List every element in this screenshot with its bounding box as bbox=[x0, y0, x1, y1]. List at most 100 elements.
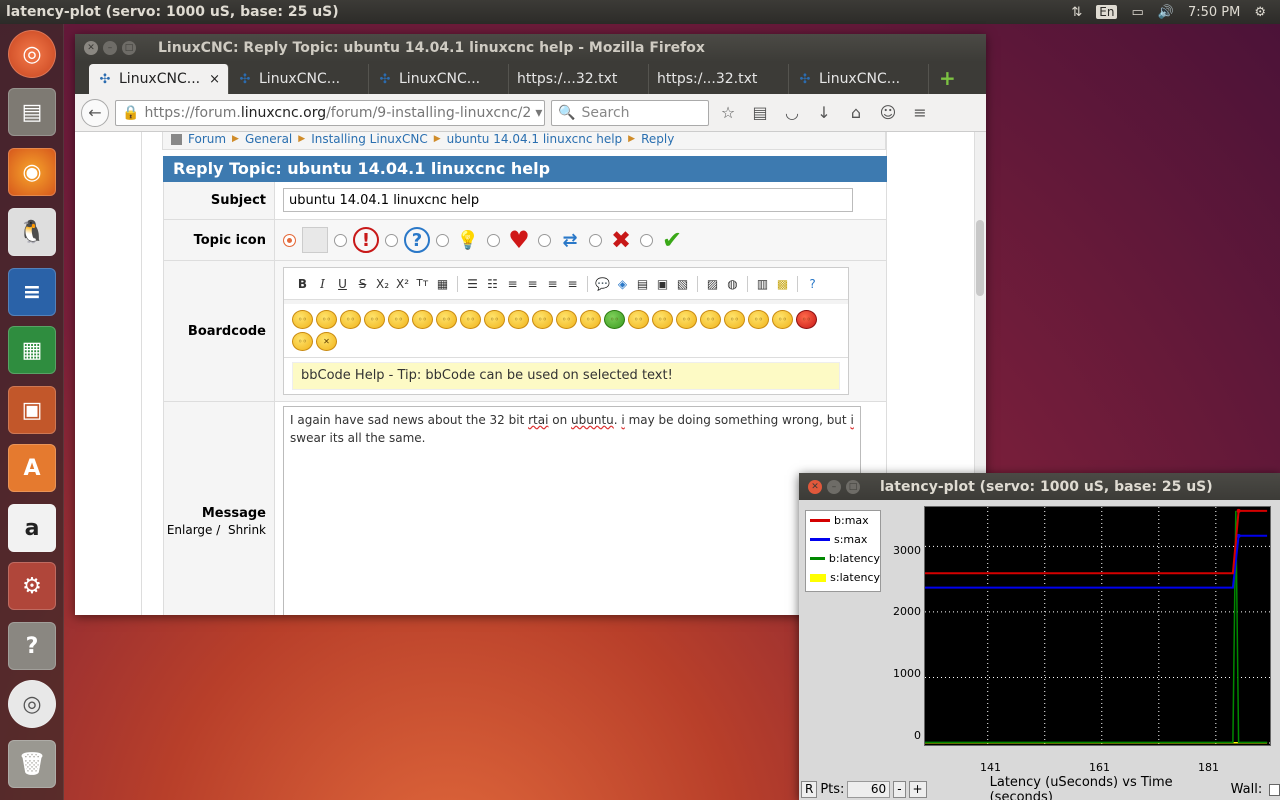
smiley-crazy-icon[interactable]: ◦◦ bbox=[724, 310, 745, 329]
topic-icon-radio-question[interactable] bbox=[385, 233, 398, 247]
breadcrumb-topic[interactable]: ubuntu 14.04.1 linuxcnc help bbox=[447, 132, 623, 146]
new-tab-button[interactable]: + bbox=[929, 66, 966, 94]
network-icon[interactable]: ⇅ bbox=[1071, 5, 1082, 20]
window-close-icon[interactable]: ✕ bbox=[84, 41, 98, 55]
increment-button[interactable]: + bbox=[908, 781, 927, 798]
window-minimize-icon[interactable]: – bbox=[827, 479, 841, 494]
topic-icon-radio-cross[interactable] bbox=[589, 233, 602, 247]
search-input[interactable]: 🔍 Search bbox=[551, 99, 709, 126]
bullet-list-icon[interactable]: ☰ bbox=[464, 275, 481, 293]
topic-icon-radio-arrows[interactable] bbox=[538, 233, 551, 247]
smiley-sad-icon[interactable]: ◦◦ bbox=[316, 310, 337, 329]
firefox-icon[interactable]: ◉ bbox=[8, 148, 56, 196]
trash-icon[interactable]: 🗑 bbox=[8, 740, 56, 788]
dvd-icon[interactable]: ◎ bbox=[8, 680, 56, 728]
smiley-angry-icon[interactable]: ◦◦ bbox=[460, 310, 481, 329]
tab-6[interactable]: ✣ LinuxCNC... bbox=[789, 64, 929, 94]
shrink-link[interactable]: Shrink bbox=[228, 523, 266, 537]
subject-input[interactable] bbox=[283, 188, 853, 212]
window-maximize-icon[interactable]: □ bbox=[846, 479, 860, 494]
align-left-icon[interactable]: ≡ bbox=[524, 275, 541, 293]
menu-icon[interactable]: ≡ bbox=[907, 103, 933, 122]
smiley-grin-icon[interactable]: ◦◦ bbox=[364, 310, 385, 329]
font-size-button[interactable]: Tт bbox=[414, 275, 431, 293]
pts-input[interactable]: 60 bbox=[847, 781, 891, 798]
breadcrumb-installing[interactable]: Installing LinuxCNC bbox=[311, 132, 428, 146]
smiley-shocked-icon[interactable]: ◦◦ bbox=[532, 310, 553, 329]
map-icon[interactable]: ▩ bbox=[774, 275, 791, 293]
home-icon[interactable]: ⌂ bbox=[843, 103, 869, 122]
tab-2[interactable]: ✣ LinuxCNC... bbox=[229, 64, 369, 94]
smiley-silly-icon[interactable]: ◦◦ bbox=[676, 310, 697, 329]
scrollbar-thumb[interactable] bbox=[976, 220, 984, 296]
decrement-button[interactable]: - bbox=[893, 781, 906, 798]
window-maximize-icon[interactable]: □ bbox=[122, 41, 136, 55]
image-icon[interactable]: ▨ bbox=[704, 275, 721, 293]
dropdown-arrow-icon[interactable]: ▾ bbox=[535, 105, 542, 121]
bold-button[interactable]: B bbox=[294, 275, 311, 293]
link-icon[interactable]: ◍ bbox=[724, 275, 741, 293]
smiley-unhappy-icon[interactable]: ◦◦ bbox=[772, 310, 793, 329]
italic-button[interactable]: I bbox=[314, 275, 331, 293]
amazon-icon[interactable]: a bbox=[8, 504, 56, 552]
chat-icon[interactable]: ☺ bbox=[875, 103, 901, 122]
smiley-dead-icon[interactable]: ✕ bbox=[316, 332, 337, 351]
wall-checkbox[interactable] bbox=[1269, 783, 1280, 796]
quote-icon[interactable]: 💬 bbox=[594, 275, 611, 293]
libreoffice-impress-icon[interactable]: ▣ bbox=[8, 386, 56, 434]
help-icon[interactable]: ? bbox=[8, 622, 56, 670]
breadcrumb-general[interactable]: General bbox=[245, 132, 292, 146]
topic-icon-radio-exclamation[interactable] bbox=[334, 233, 347, 247]
clock[interactable]: 7:50 PM bbox=[1188, 5, 1240, 20]
tab-close-icon[interactable]: × bbox=[209, 72, 220, 87]
align-center-icon[interactable]: ≡ bbox=[544, 275, 561, 293]
smiley-rolleyes-icon[interactable]: ◦◦ bbox=[748, 310, 769, 329]
superscript-button[interactable]: X² bbox=[394, 275, 411, 293]
strikethrough-button[interactable]: S bbox=[354, 275, 371, 293]
hidden-text-icon[interactable]: ▣ bbox=[654, 275, 671, 293]
reading-list-icon[interactable]: ▤ bbox=[747, 103, 773, 122]
smiley-devil-icon[interactable]: ◦◦ bbox=[796, 310, 817, 329]
files-icon[interactable]: ▤ bbox=[8, 88, 56, 136]
topic-icon-radio-check[interactable] bbox=[640, 233, 653, 247]
ubuntu-dash-icon[interactable]: ◎ bbox=[8, 30, 56, 78]
keyboard-layout-indicator[interactable]: En bbox=[1096, 5, 1118, 19]
smiley-blush-icon[interactable]: ◦◦ bbox=[484, 310, 505, 329]
penguin-app-icon[interactable]: 🐧 bbox=[8, 208, 56, 256]
topic-icon-radio-default[interactable] bbox=[283, 233, 296, 247]
system-settings-icon[interactable]: ⚙ bbox=[8, 562, 56, 610]
enlarge-link[interactable]: Enlarge bbox=[167, 523, 213, 537]
list-item-icon[interactable]: ≡ bbox=[504, 275, 521, 293]
tab-4[interactable]: https:/...32.txt bbox=[509, 64, 649, 94]
help-question-icon[interactable]: ? bbox=[804, 275, 821, 293]
url-bar[interactable]: 🔒 https://forum. linuxcnc.org/forum/9-ins… bbox=[115, 99, 545, 126]
topic-icon-radio-lightbulb[interactable] bbox=[436, 233, 449, 247]
numbered-list-icon[interactable]: ☷ bbox=[484, 275, 501, 293]
video-icon[interactable]: ▥ bbox=[754, 275, 771, 293]
reset-button[interactable]: R bbox=[801, 781, 818, 798]
tab-5[interactable]: https:/...32.txt bbox=[649, 64, 789, 94]
tab-1[interactable]: ✣ LinuxCNC... × bbox=[89, 64, 229, 94]
smiley-sick-icon[interactable]: ◦◦ bbox=[604, 310, 625, 329]
settings-gear-icon[interactable]: ⚙ bbox=[1254, 5, 1266, 20]
color-palette-icon[interactable]: ▦ bbox=[434, 275, 451, 293]
spoiler-icon[interactable]: ▧ bbox=[674, 275, 691, 293]
pocket-icon[interactable]: ◡ bbox=[779, 103, 805, 122]
breadcrumb-reply[interactable]: Reply bbox=[641, 132, 674, 146]
smiley-cool-icon[interactable]: ◦◦ bbox=[292, 310, 313, 329]
message-textarea[interactable]: I again have sad news about the 32 bit r… bbox=[283, 406, 861, 615]
smiley-nerd-icon[interactable]: ◦◦ bbox=[292, 332, 313, 351]
libreoffice-writer-icon[interactable]: ≡ bbox=[8, 268, 56, 316]
smiley-tongue-icon[interactable]: ◦◦ bbox=[436, 310, 457, 329]
download-icon[interactable]: ↓ bbox=[811, 103, 837, 122]
smiley-happy-icon[interactable]: ◦◦ bbox=[388, 310, 409, 329]
window-close-icon[interactable]: ✕ bbox=[808, 479, 822, 494]
underline-button[interactable]: U bbox=[334, 275, 351, 293]
smiley-wink-icon[interactable]: ◦◦ bbox=[412, 310, 433, 329]
breadcrumb-forum[interactable]: Forum bbox=[188, 132, 226, 146]
subscript-button[interactable]: X₂ bbox=[374, 275, 391, 293]
smiley-smile-icon[interactable]: ◦◦ bbox=[340, 310, 361, 329]
code-icon[interactable]: ◈ bbox=[614, 275, 631, 293]
smiley-surprised-icon[interactable]: ◦◦ bbox=[508, 310, 529, 329]
table-icon[interactable]: ▤ bbox=[634, 275, 651, 293]
